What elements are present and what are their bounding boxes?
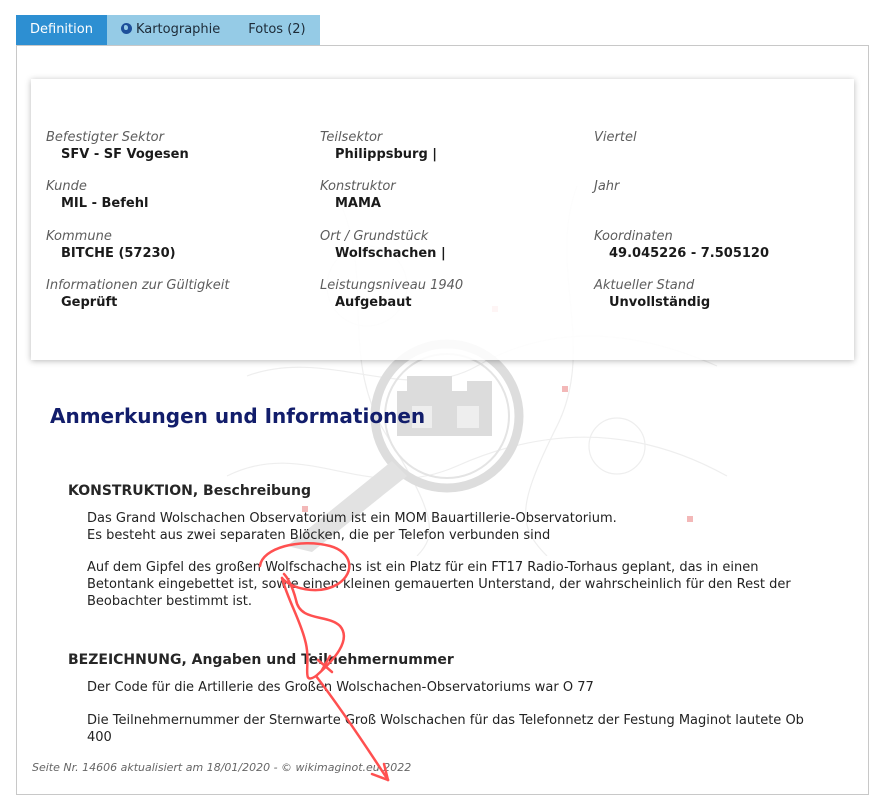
field-label: Leistungsniveau 1940 [320,278,464,293]
field-label: Informationen zur Gültigkeit [46,278,230,293]
konstruktion-paragraph-1: Das Grand Wolschachen Observatorium ist … [87,510,827,544]
field-konstruktor: Konstruktor MAMA [320,179,396,212]
globe-icon [120,23,132,34]
field-value: SFV - SF Vogesen [61,147,189,162]
tab-definition[interactable]: Definition [16,15,107,45]
bezeichnung-paragraph-1: Der Code für die Artillerie des Großen W… [87,680,594,695]
field-gueltigkeit: Informationen zur Gültigkeit Geprüft [46,278,230,311]
field-ort: Ort / Grundstück Wolfschachen | [320,229,446,262]
konstruktion-line-1: Das Grand Wolschachen Observatorium ist … [87,511,617,526]
konstruktion-line-2: Es besteht aus zwei separaten Blöcken, d… [87,528,551,543]
field-label: Ort / Grundstück [320,229,429,244]
tab-fotos[interactable]: Fotos (2) [234,15,320,45]
field-label: Befestigter Sektor [46,130,164,145]
konstruktion-heading: KONSTRUKTION, Beschreibung [68,483,311,499]
field-kommune: Kommune BITCHE (57230) [46,229,176,262]
field-value: 49.045226 - 7.505120 [609,246,770,261]
field-stand: Aktueller Stand Unvollständig [594,278,710,311]
field-teilsektor: Teilsektor Philippsburg | [320,130,437,163]
field-value: Geprüft [61,295,118,310]
field-jahr: Jahr [594,179,619,195]
tab-kartographie-label: Kartographie [135,22,221,37]
field-befestigter-sektor: Befestigter Sektor SFV - SF Vogesen [46,130,189,163]
tab-kartographie[interactable]: Kartographie [106,15,235,45]
field-label: Koordinaten [594,229,673,244]
konstruktion-paragraph-2: Auf dem Gipfel des großen Wolfschachens … [87,560,791,609]
field-value: MIL - Befehl [61,196,149,211]
field-value: BITCHE (57230) [61,246,176,261]
bezeichnung-heading: BEZEICHNUNG, Angaben und Teilnehmernumme… [68,652,454,668]
field-kunde: Kunde MIL - Befehl [46,179,148,212]
field-label: Aktueller Stand [594,278,695,293]
field-value: Aufgebaut [335,295,412,310]
field-value: Wolfschachen | [335,246,446,261]
page-footer: Seite Nr. 14606 aktualisiert am 18/01/20… [32,761,412,774]
field-viertel: Viertel [594,130,637,146]
definition-panel: Befestigter Sektor SFV - SF Vogesen Teil… [16,45,869,795]
tab-bar: Definition Kartographie Fotos (2) [16,15,320,45]
field-label: Teilsektor [320,130,383,145]
field-value: Unvollständig [609,295,711,310]
field-label: Jahr [594,179,620,194]
field-koordinaten: Koordinaten 49.045226 - 7.505120 [594,229,769,262]
field-label: Konstruktor [320,179,396,194]
field-leistungsniveau: Leistungsniveau 1940 Aufgebaut [320,278,463,311]
info-card: Befestigter Sektor SFV - SF Vogesen Teil… [31,79,854,360]
bezeichnung-paragraph-2: Die Teilnehmernummer der Sternwarte Groß… [87,713,804,745]
field-value: Philippsburg | [335,147,438,162]
notes-title: Anmerkungen und Informationen [50,404,426,428]
field-label: Kunde [46,179,87,194]
field-label: Viertel [594,130,637,145]
field-value: MAMA [335,196,381,211]
field-label: Kommune [46,229,112,244]
